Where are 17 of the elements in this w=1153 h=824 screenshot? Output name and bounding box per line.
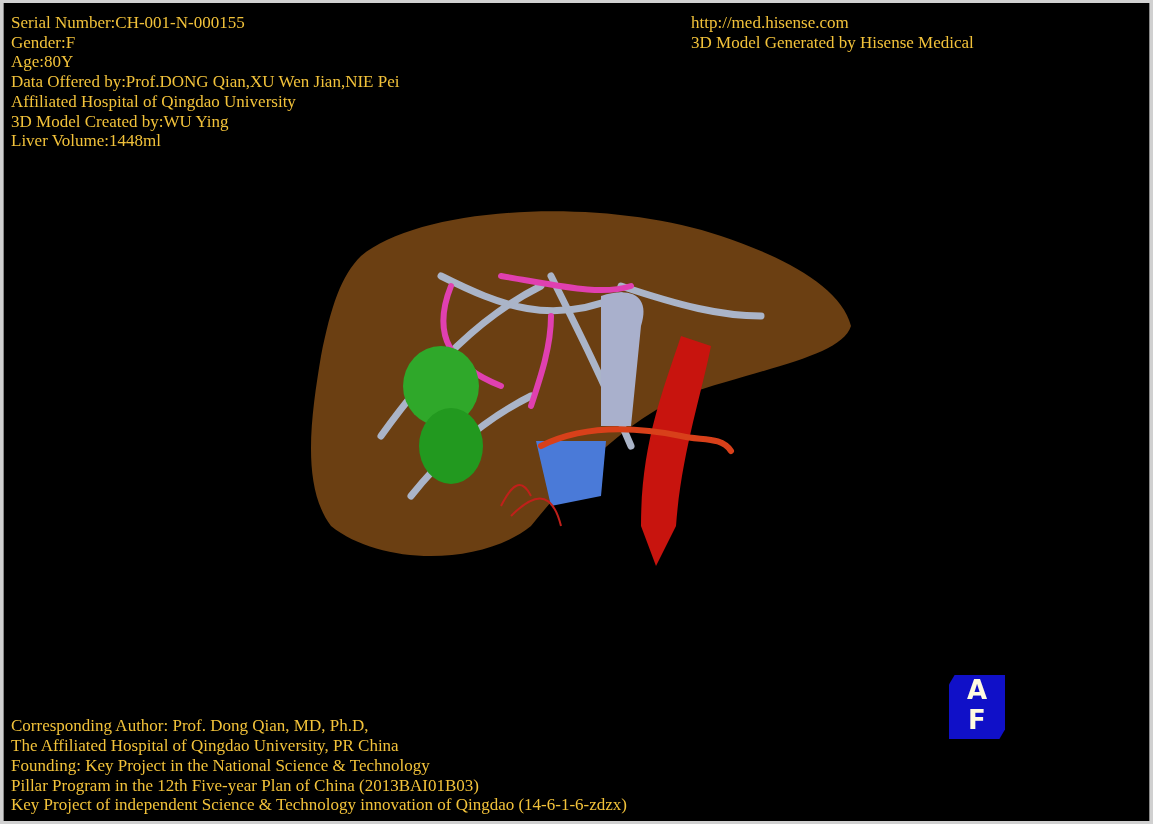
footer-text: The Affiliated Hospital of Qingdao University, PR China — [11, 736, 400, 756]
orientation-cube[interactable]: A F — [949, 675, 1005, 739]
info-text: Liver Volume:1448ml — [11, 131, 162, 151]
footer-text: Key Project of independent Science & Technology innovation of Qingdao (14-6-1-6-zdzx) — [11, 795, 628, 815]
footer-text: Corresponding Author: Prof. Dong Qian, MD, Ph.D, — [11, 716, 370, 737]
cube-label: A — [966, 675, 988, 705]
info-text: Age:80Y — [11, 52, 75, 73]
info-text: 3D Model Created by:WU Ying — [11, 111, 230, 132]
info-text: Serial Number:CH-001-N-000155 — [11, 13, 246, 33]
footer-text: Founding: Key Project in the National Science & Technology — [11, 755, 431, 776]
info-text: Affiliated Hospital of Qingdao University — [11, 91, 297, 112]
info-text: 3D Model Generated by Hisense Medical — [691, 32, 974, 53]
cube-label: F — [968, 705, 986, 735]
info-text: Gender:F — [11, 32, 77, 53]
info-text: Data Offered by:Prof.DONG Qian,XU Wen Jian,NIE Pei — [11, 72, 401, 92]
info-text: http://med.hisense.com — [691, 13, 850, 33]
footer-text: Pillar Program in the 12th Five-year Plan of China (2013BAI01B03) — [11, 775, 480, 796]
